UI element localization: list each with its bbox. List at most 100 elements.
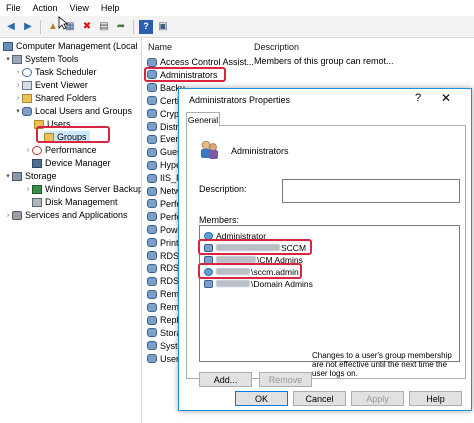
group-row[interactable]: Rem [147,301,179,313]
group-row[interactable]: Hype [147,159,181,171]
group-row[interactable]: RDS [147,250,179,262]
console-icon[interactable]: ▣ [156,20,170,34]
forward-icon[interactable]: ▶ [21,20,35,34]
backup-icon [32,184,42,194]
group-icon [147,251,157,260]
group-icon [147,57,157,67]
tab-general[interactable]: General [186,112,220,126]
delete-icon[interactable]: ✖ [80,20,94,34]
toolbar: ◀ ▶ ▲ ▦ ✖ ▤ ➦ ? ▣ [0,16,474,38]
tree-label: Services and Applications [25,210,128,220]
group-row[interactable]: Distr [147,121,179,133]
tree-item-event-viewer[interactable]: › Event Viewer [14,79,88,91]
expand-arrow-icon[interactable]: › [24,186,32,193]
group-name-label: Access Control Assist... [160,57,255,67]
group-row[interactable]: Repli [147,314,181,326]
tree-item-storage[interactable]: ▾ Storage [4,170,56,182]
group-icon [204,279,213,288]
group-row[interactable]: Cryp [147,108,179,120]
group-row[interactable]: Certi [147,95,179,107]
group-icon [147,122,157,131]
tree-label: Windows Server Backup [45,184,142,194]
properties-icon[interactable]: ▤ [97,20,111,34]
expand-arrow-icon[interactable]: › [14,95,22,102]
group-name-label: Print [160,237,179,248]
collapse-arrow-icon[interactable]: ▾ [14,107,22,115]
tree-label: Shared Folders [35,93,97,103]
column-header-name[interactable]: Name [148,42,172,54]
tree-item-windows-server-backup[interactable]: › Windows Server Backup [24,183,142,195]
group-icon [201,140,218,159]
group-row[interactable]: Perfo [147,198,182,210]
group-row[interactable]: Netw [147,185,181,197]
group-description-label: Members of this group can remot... [254,56,394,66]
help-button[interactable]: Help [409,391,462,406]
group-icon [147,147,157,157]
collapse-arrow-icon[interactable]: ▾ [4,55,12,63]
group-name: Administrators [231,146,289,156]
tree-item-services-apps[interactable]: › Services and Applications [4,209,128,221]
export-icon[interactable]: ➦ [114,20,128,34]
group-row[interactable]: Rem [147,288,179,300]
remove-button[interactable]: Remove [259,372,312,387]
tree-item-disk-management[interactable]: Disk Management [32,196,118,208]
group-row[interactable]: Stora [147,327,182,339]
tree-item-root[interactable]: Computer Management (Local [3,40,138,52]
menu-view[interactable]: View [70,3,89,13]
menu-file[interactable]: File [6,3,21,13]
tree-label: Event Viewer [35,80,88,90]
cancel-button[interactable]: Cancel [293,391,346,406]
group-row[interactable]: Gues [147,146,182,158]
ok-button[interactable]: OK [235,391,288,406]
dialog-help-icon[interactable]: ? [411,92,425,104]
group-row[interactable]: Print [147,237,179,249]
close-icon[interactable]: ✕ [438,91,454,105]
back-icon[interactable]: ◀ [4,20,18,34]
group-icon [147,96,157,106]
tree-item-local-users-groups[interactable]: ▾ Local Users and Groups [14,105,132,117]
add-button[interactable]: Add... [199,372,252,387]
tree-label: Task Scheduler [35,67,97,77]
expand-arrow-icon[interactable]: › [14,82,22,89]
apply-button[interactable]: Apply [351,391,404,406]
tree-item-task-scheduler[interactable]: › Task Scheduler [14,66,97,78]
performance-icon [32,145,42,155]
expand-arrow-icon[interactable]: › [4,212,12,219]
help-icon[interactable]: ? [139,19,153,34]
group-icon [147,199,157,209]
group-icon [147,134,157,144]
group-row[interactable]: Perfo [147,211,182,223]
collapse-arrow-icon[interactable]: ▾ [4,172,12,180]
group-name-label: Distr [160,121,179,132]
group-name-label: Certi [160,95,180,106]
computer-icon [3,41,13,51]
tree-label: Computer Management (Local [16,41,138,51]
member-item[interactable]: \sccm.admin \Domain Admins [204,278,313,289]
column-header-description[interactable]: Description [254,42,299,54]
tree-item-system-tools[interactable]: ▾ System Tools [4,53,78,65]
group-name-label: RDS [160,276,180,287]
group-row[interactable]: Even [147,133,181,145]
description-input[interactable] [282,179,460,203]
group-row[interactable]: RDS [147,275,179,287]
group-icon [147,186,157,196]
storage-icon [12,171,22,181]
redacted-domain [216,256,256,263]
group-icon [147,289,157,299]
tree-item-performance[interactable]: › Performance [24,144,97,156]
group-icon [147,83,157,93]
menu-help[interactable]: Help [101,3,120,13]
expand-arrow-icon[interactable]: › [24,147,32,154]
expand-arrow-icon[interactable]: › [14,69,22,76]
menu-action[interactable]: Action [33,3,58,13]
dialog-title: Administrators Properties [189,95,291,105]
tree-item-device-manager[interactable]: Device Manager [32,157,111,169]
description-label: Description: [199,184,247,194]
group-row[interactable]: RDS [147,262,179,274]
disk-icon [32,197,42,207]
users-icon [22,106,32,116]
members-list[interactable]: Administrator SCCM \CM Admins \sccm.admi… [198,225,460,362]
group-row[interactable]: IIS_II [147,172,181,184]
tree-item-shared-folders[interactable]: › Shared Folders [14,92,97,104]
groups-highlight-box [36,126,110,143]
